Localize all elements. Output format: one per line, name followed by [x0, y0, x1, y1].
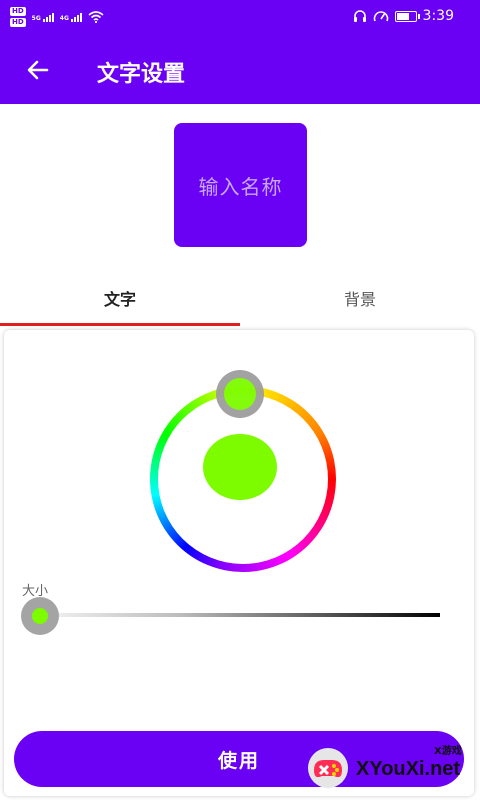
- active-tab-indicator: [0, 323, 240, 326]
- battery-icon: [394, 10, 420, 22]
- headset-icon: [353, 10, 366, 22]
- hd-badge: HD: [10, 18, 26, 27]
- tab-text[interactable]: 文字: [0, 270, 240, 326]
- name-preview-tile[interactable]: 输入名称: [174, 123, 307, 247]
- tab-label: 背景: [343, 290, 376, 309]
- hue-handle[interactable]: [216, 370, 264, 418]
- settings-tabs: 文字 背景: [0, 270, 480, 326]
- size-label: 大小: [22, 584, 49, 599]
- status-right: 3:39: [353, 8, 454, 24]
- name-placeholder: 输入名称: [198, 174, 283, 199]
- speedometer-icon: [373, 11, 388, 22]
- hd-indicators: HD HD: [10, 7, 26, 27]
- color-wheel[interactable]: [150, 370, 336, 572]
- text-style-card: 大小: [4, 330, 474, 796]
- size-slider-track[interactable]: [40, 613, 440, 617]
- back-button[interactable]: [22, 54, 54, 86]
- network-type: 5G: [31, 14, 41, 22]
- text-settings-screen: HD HD 5G 4G 3:39 文字设置 输入名称 文字 背景 大小 使用 X…: [0, 0, 480, 800]
- status-left: HD HD 5G 4G: [10, 7, 104, 27]
- app-header: HD HD 5G 4G 3:39 文字设置: [0, 0, 480, 104]
- network-type: 4G: [59, 14, 69, 22]
- wifi-icon: [88, 11, 104, 23]
- watermark-text: XYouXi.net: [356, 758, 461, 780]
- site-watermark: X游戏 XYouXi.net: [306, 740, 480, 800]
- size-slider-thumb[interactable]: [21, 597, 59, 635]
- status-time: 3:39: [422, 8, 454, 24]
- arrow-left-icon: [27, 60, 49, 80]
- signal-icon: 5G: [31, 12, 54, 22]
- gamepad-logo-icon: [308, 748, 348, 788]
- watermark-small-text: X游戏: [434, 746, 462, 757]
- tab-background[interactable]: 背景: [240, 270, 480, 326]
- selected-color-preview[interactable]: [203, 434, 277, 500]
- hd-badge: HD: [10, 7, 26, 16]
- tab-label: 文字: [103, 290, 136, 309]
- signal-icon: 4G: [59, 12, 82, 22]
- status-bar: HD HD 5G 4G 3:39: [0, 0, 480, 34]
- page-title: 文字设置: [97, 62, 186, 87]
